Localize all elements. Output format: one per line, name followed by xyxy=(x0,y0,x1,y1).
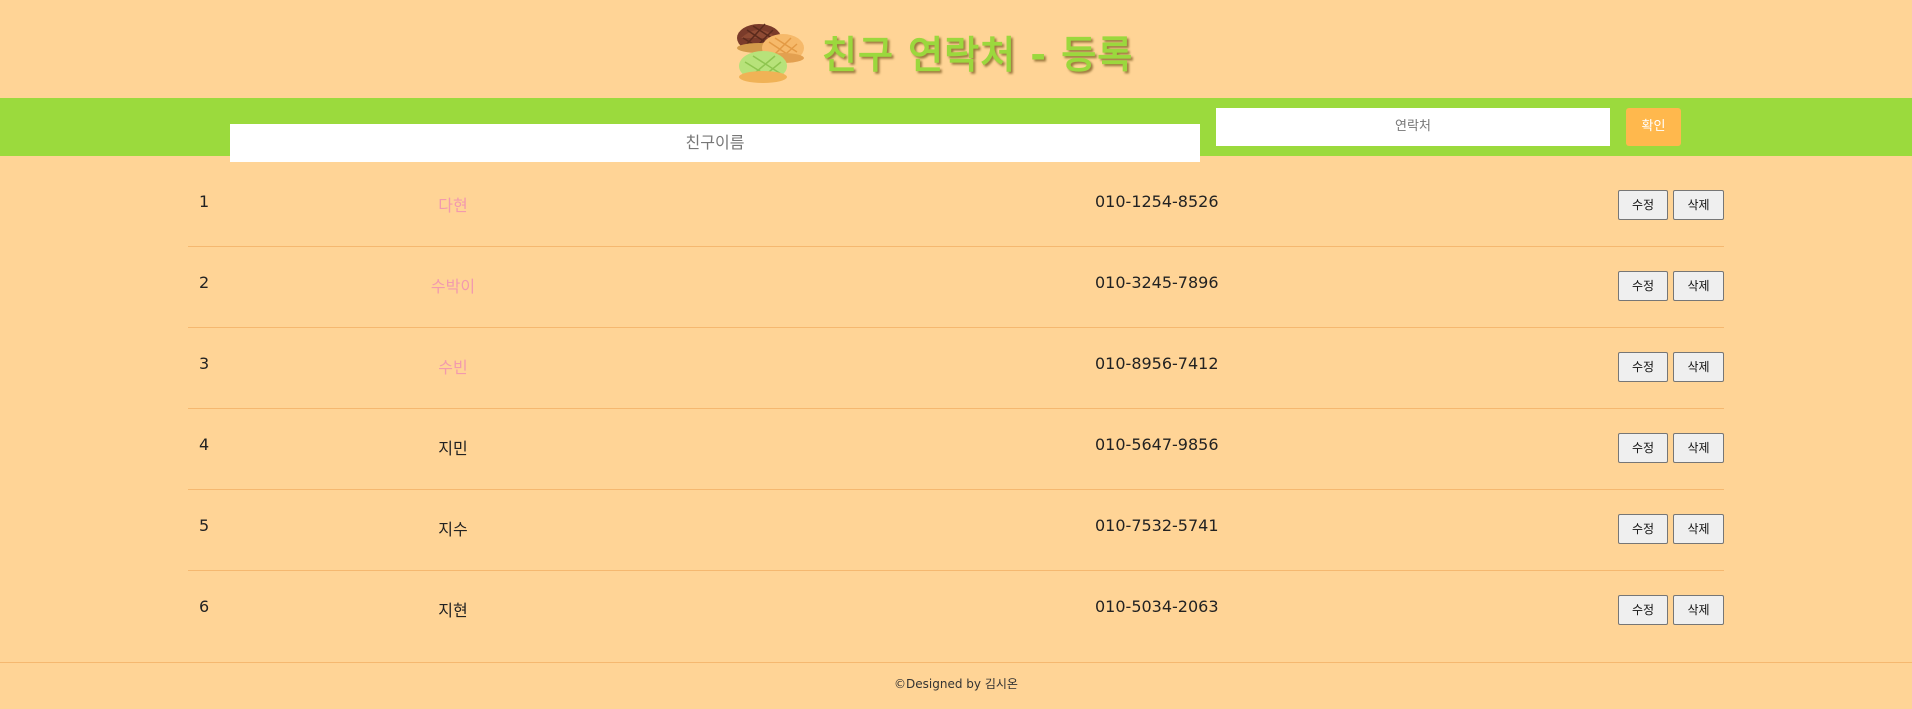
friend-name[interactable]: 다현 xyxy=(403,192,503,216)
edit-button[interactable]: 수정 xyxy=(1618,271,1668,301)
table-row: 2 수박이 010-3245-7896 수정 삭제 xyxy=(188,247,1724,328)
delete-button[interactable]: 삭제 xyxy=(1673,433,1724,463)
footer: ©Designed by 김시온 xyxy=(0,662,1912,709)
phone-input[interactable]: 연락처 xyxy=(1216,108,1610,146)
page-header: 친구 연락처 - 등록 xyxy=(0,0,1912,98)
edit-button[interactable]: 수정 xyxy=(1618,514,1668,544)
contact-list: 1 다현 010-1254-8526 수정 삭제 2 수박이 010-3245-7896 수정 삭… xyxy=(188,166,1724,651)
phone-number: 010-3245-7896 xyxy=(1095,273,1219,292)
edit-button[interactable]: 수정 xyxy=(1618,190,1668,220)
phone-number: 010-5647-9856 xyxy=(1095,435,1219,454)
row-number: 4 xyxy=(199,435,210,454)
friend-name[interactable]: 수박이 xyxy=(403,273,503,297)
page-title: 친구 연락처 - 등록 xyxy=(822,33,1134,77)
table-row: 3 수빈 010-8956-7412 수정 삭제 xyxy=(188,328,1724,409)
phone-number: 010-1254-8526 xyxy=(1095,192,1219,211)
edit-button[interactable]: 수정 xyxy=(1618,433,1668,463)
row-number: 3 xyxy=(199,354,210,373)
delete-button[interactable]: 삭제 xyxy=(1673,271,1724,301)
row-number: 2 xyxy=(199,273,210,292)
phone-number: 010-8956-7412 xyxy=(1095,354,1219,373)
phone-number: 010-7532-5741 xyxy=(1095,516,1219,535)
delete-button[interactable]: 삭제 xyxy=(1673,352,1724,382)
row-number: 1 xyxy=(199,192,210,211)
friend-name: 지현 xyxy=(438,601,468,620)
edit-button[interactable]: 수정 xyxy=(1618,595,1668,625)
table-row: 4 지민 010-5647-9856 수정 삭제 xyxy=(188,409,1724,490)
add-contact-bar: 친구이름 연락처 확인 xyxy=(0,98,1912,162)
phone-number: 010-5034-2063 xyxy=(1095,597,1219,616)
delete-button[interactable]: 삭제 xyxy=(1673,514,1724,544)
table-row: 6 지현 010-5034-2063 수정 삭제 xyxy=(188,571,1724,651)
edit-button[interactable]: 수정 xyxy=(1618,352,1668,382)
confirm-button[interactable]: 확인 xyxy=(1626,108,1681,146)
friend-name: 지수 xyxy=(438,520,468,539)
table-row: 5 지수 010-7532-5741 수정 삭제 xyxy=(188,490,1724,571)
table-row: 1 다현 010-1254-8526 수정 삭제 xyxy=(188,166,1724,247)
friend-name: 지민 xyxy=(438,439,468,458)
friend-name[interactable]: 수빈 xyxy=(403,354,503,378)
friend-name-input[interactable]: 친구이름 xyxy=(230,124,1200,162)
row-number: 5 xyxy=(199,516,210,535)
melon-bread-icon xyxy=(737,23,804,83)
row-number: 6 xyxy=(199,597,210,616)
delete-button[interactable]: 삭제 xyxy=(1673,595,1724,625)
delete-button[interactable]: 삭제 xyxy=(1673,190,1724,220)
